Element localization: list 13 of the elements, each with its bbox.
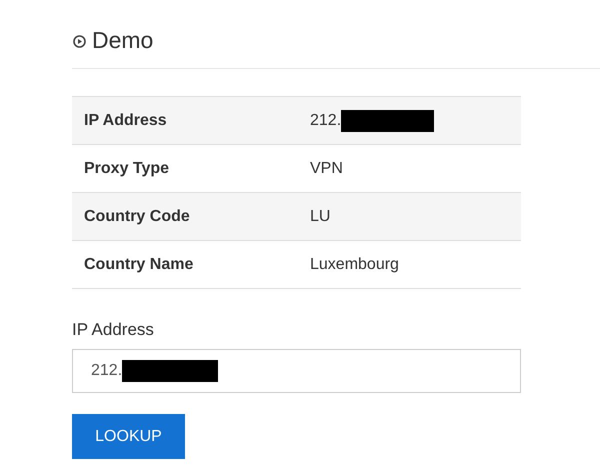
table-cell-text: Country Name — [83, 256, 194, 274]
table-cell: VPN — [310, 160, 343, 178]
play-circle-icon — [73, 35, 86, 48]
table-cell: Luxembourg — [310, 256, 399, 274]
table-cell-text: Proxy Type — [83, 160, 170, 178]
table-cell: 212. — [310, 112, 342, 130]
ip-address-field[interactable]: 212. — [72, 349, 521, 393]
table-cell-text: IP Address — [83, 112, 168, 130]
lookup-button[interactable]: LOOKUP — [72, 414, 185, 459]
table-cell: LU — [310, 208, 330, 226]
section-title: Demo — [92, 26, 154, 54]
table-cell-text: Country Code — [83, 208, 191, 226]
field-label: IP Address — [72, 320, 155, 340]
